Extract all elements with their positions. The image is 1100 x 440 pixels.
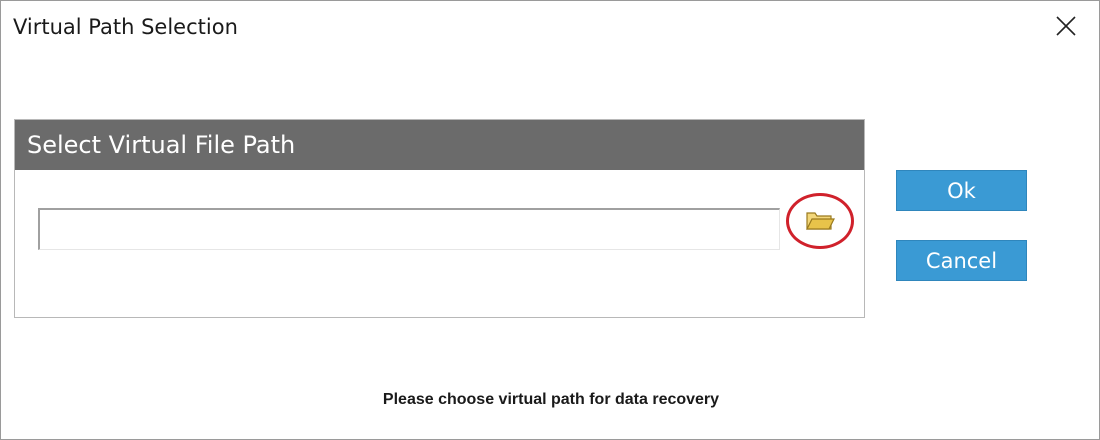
browse-folder-button[interactable] xyxy=(786,193,854,249)
cancel-button[interactable]: Cancel xyxy=(896,240,1027,281)
ok-button[interactable]: Ok xyxy=(896,170,1027,211)
window-title: Virtual Path Selection xyxy=(13,15,238,39)
panel-header: Select Virtual File Path xyxy=(15,120,864,170)
close-button[interactable] xyxy=(1043,5,1089,47)
hint-text: Please choose virtual path for data reco… xyxy=(382,391,720,408)
close-icon xyxy=(1056,16,1076,36)
virtual-path-panel: Select Virtual File Path xyxy=(14,119,865,318)
dialog-window: Virtual Path Selection Select Virtual Fi… xyxy=(0,0,1100,440)
virtual-path-input[interactable] xyxy=(38,208,780,250)
folder-open-icon xyxy=(806,212,835,230)
